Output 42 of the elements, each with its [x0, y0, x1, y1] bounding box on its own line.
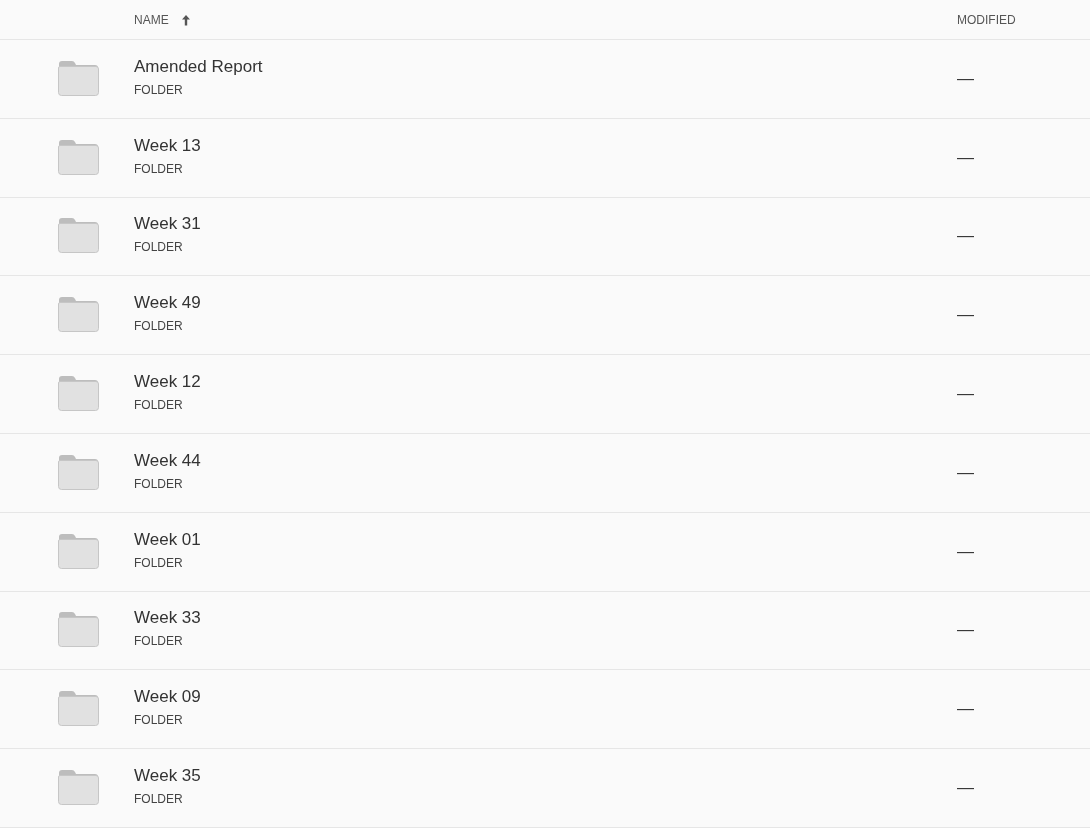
modified-cell: —	[957, 68, 974, 89]
item-type-label: FOLDER	[134, 476, 183, 491]
folder-name-link[interactable]: Week 13	[134, 135, 201, 156]
item-type-label: FOLDER	[134, 398, 183, 413]
folder-name-link[interactable]: Week 44	[134, 450, 201, 471]
folder-icon	[58, 611, 99, 648]
folder-icon	[58, 296, 99, 333]
modified-cell: —	[957, 305, 974, 326]
item-type-label: FOLDER	[134, 161, 183, 176]
folder-icon	[58, 217, 99, 254]
item-type-label: FOLDER	[134, 713, 183, 728]
modified-cell: —	[957, 699, 974, 720]
folder-icon	[58, 690, 99, 727]
modified-cell: —	[957, 226, 974, 247]
modified-cell: —	[957, 384, 974, 405]
folder-icon	[58, 769, 99, 806]
item-type-label: FOLDER	[134, 634, 183, 649]
folder-name-link[interactable]: Week 09	[134, 687, 201, 708]
modified-cell: —	[957, 620, 974, 641]
folder-name-link[interactable]: Week 12	[134, 372, 201, 393]
column-header[interactable]: MODIFIED	[957, 12, 1016, 27]
modified-cell: —	[957, 147, 974, 168]
item-type-label: FOLDER	[134, 792, 183, 807]
item-type-label: FOLDER	[134, 82, 183, 97]
folder-name-link[interactable]: Week 01	[134, 529, 201, 550]
folder-name-link[interactable]: Week 35	[134, 766, 201, 787]
folder-icon	[58, 375, 99, 412]
folder-name-link[interactable]: Week 33	[134, 608, 201, 629]
item-type-label: FOLDER	[134, 240, 183, 255]
modified-cell: —	[957, 541, 974, 562]
folder-name-link[interactable]: Amended Report	[134, 56, 263, 77]
item-type-label: FOLDER	[134, 319, 183, 334]
column-header[interactable]: NAME	[134, 12, 169, 27]
folder-icon	[58, 453, 99, 490]
folder-icon	[58, 532, 99, 569]
modified-cell: —	[957, 778, 974, 799]
folder-name-link[interactable]: Week 49	[134, 293, 201, 314]
folder-icon	[58, 59, 99, 96]
modified-cell: —	[957, 462, 974, 483]
item-type-label: FOLDER	[134, 555, 183, 570]
folder-icon	[58, 138, 99, 175]
folder-name-link[interactable]: Week 31	[134, 214, 201, 235]
